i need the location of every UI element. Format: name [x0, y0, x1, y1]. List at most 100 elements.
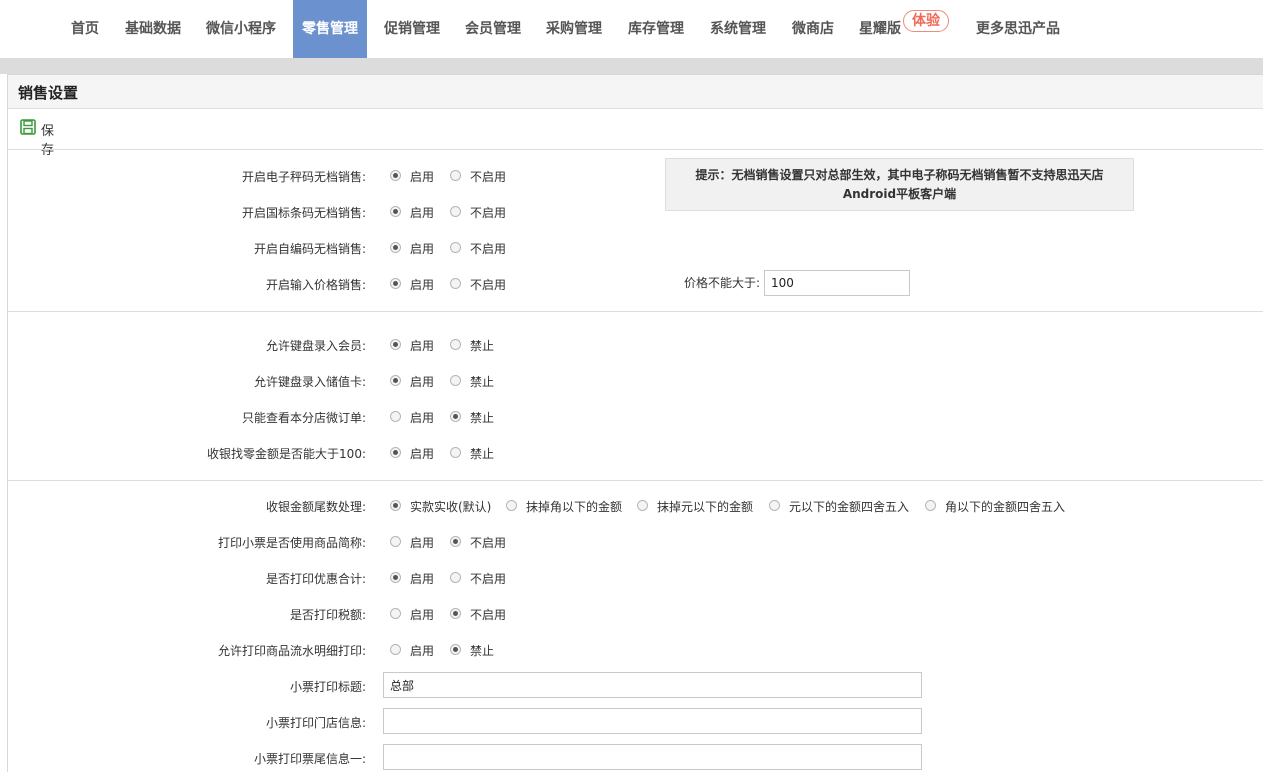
tax-print-enable-text[interactable]: 启用: [410, 606, 434, 623]
rounding-option-0-radio[interactable]: [390, 500, 401, 511]
rounding-option-1-radio[interactable]: [506, 500, 517, 511]
scale-code-label: 开启电子秤码无档销售:: [241, 170, 366, 184]
rounding-option-4-text[interactable]: 角以下的金额四舍五入: [945, 498, 1065, 515]
change-over-100-forbid-text[interactable]: 禁止: [470, 445, 494, 462]
rounding-label: 收银金额尾数处理:: [265, 500, 366, 514]
nav-purchase-management[interactable]: 采购管理: [538, 0, 610, 58]
self-code-enable-radio[interactable]: [390, 242, 401, 253]
input-price-enable-radio[interactable]: [390, 278, 401, 289]
short-name-disable-radio[interactable]: [450, 536, 461, 547]
tip-box: 提示：无档销售设置只对总部生效，其中电子称码无档销售暂不支持思迅天店 Andro…: [665, 158, 1134, 211]
keyboard-member-enable-radio[interactable]: [390, 339, 401, 350]
rounding-option-0-text[interactable]: 实款实收(默认): [410, 498, 491, 515]
flow-detail-forbid-radio[interactable]: [450, 644, 461, 655]
nav-xingyao-edition[interactable]: 星耀版: [852, 0, 908, 58]
self-code-enable-text[interactable]: 启用: [410, 240, 434, 257]
keyboard-member-forbid-radio[interactable]: [450, 339, 461, 350]
input-price-enable-text[interactable]: 启用: [410, 276, 434, 293]
rounding-option-3-radio[interactable]: [769, 500, 780, 511]
receipt-store-label: 小票打印门店信息:: [265, 716, 366, 730]
gb-barcode-enable-radio[interactable]: [390, 206, 401, 217]
receipt-title-input[interactable]: [383, 672, 922, 698]
keyboard-stored-card-enable-radio[interactable]: [390, 375, 401, 386]
nav-system-management[interactable]: 系统管理: [702, 0, 774, 58]
input-price-disable-radio[interactable]: [450, 278, 461, 289]
divider: [8, 149, 1263, 150]
branch-orders-enable-text[interactable]: 启用: [410, 409, 434, 426]
rounding-option-2-radio[interactable]: [637, 500, 648, 511]
flow-detail-enable-radio[interactable]: [390, 644, 401, 655]
save-icon: [20, 119, 36, 135]
tax-print-label: 是否打印税额:: [289, 608, 366, 622]
price-limit-input[interactable]: [764, 270, 910, 296]
nav-micro-store[interactable]: 微商店: [784, 0, 842, 58]
short-name-enable-radio[interactable]: [390, 536, 401, 547]
gb-barcode-enable-text[interactable]: 启用: [410, 204, 434, 221]
discount-total-enable-radio[interactable]: [390, 572, 401, 583]
receipt-title-label: 小票打印标题:: [289, 680, 366, 694]
keyboard-member-enable-text[interactable]: 启用: [410, 337, 434, 354]
receipt-store-input[interactable]: [383, 708, 922, 734]
keyboard-member-label: 允许键盘录入会员:: [265, 339, 366, 353]
rounding-option-2-text[interactable]: 抹掉元以下的金额: [657, 498, 753, 515]
short-name-enable-text[interactable]: 启用: [410, 534, 434, 551]
tax-print-disable-text[interactable]: 不启用: [470, 606, 506, 623]
keyboard-stored-card-forbid-text[interactable]: 禁止: [470, 373, 494, 390]
keyboard-stored-card-enable-text[interactable]: 启用: [410, 373, 434, 390]
discount-total-disable-text[interactable]: 不启用: [470, 570, 506, 587]
tip-line-2: Android平板客户端: [842, 187, 957, 201]
change-over-100-forbid-radio[interactable]: [450, 447, 461, 458]
scale-code-disable-text[interactable]: 不启用: [470, 168, 506, 185]
nav-member-management[interactable]: 会员管理: [457, 0, 529, 58]
input-price-disable-text[interactable]: 不启用: [470, 276, 506, 293]
self-code-disable-text[interactable]: 不启用: [470, 240, 506, 257]
short-name-label: 打印小票是否使用商品简称:: [217, 536, 366, 550]
branch-orders-label: 只能查看本分店微订单:: [241, 411, 366, 425]
gb-barcode-disable-text[interactable]: 不启用: [470, 204, 506, 221]
nav-retail-management[interactable]: 零售管理: [293, 0, 367, 58]
scale-code-enable-text[interactable]: 启用: [410, 168, 434, 185]
receipt-footer-label: 小票打印票尾信息一:: [253, 752, 366, 766]
keyboard-member-forbid-text[interactable]: 禁止: [470, 337, 494, 354]
change-over-100-enable-radio[interactable]: [390, 447, 401, 458]
nav-shadow-band: [0, 58, 1263, 74]
nav-wechat-miniprogram[interactable]: 微信小程序: [198, 0, 284, 58]
flow-detail-forbid-text[interactable]: 禁止: [470, 642, 494, 659]
nav-promotion-management[interactable]: 促销管理: [376, 0, 448, 58]
trial-badge[interactable]: 体验: [903, 10, 949, 32]
branch-orders-forbid-radio[interactable]: [450, 411, 461, 422]
discount-total-label: 是否打印优惠合计:: [265, 572, 366, 586]
change-over-100-label: 收银找零金额是否能大于100:: [207, 447, 366, 461]
nav-home[interactable]: 首页: [62, 0, 108, 58]
rounding-option-1-text[interactable]: 抹掉角以下的金额: [526, 498, 622, 515]
nav-basic-data[interactable]: 基础数据: [117, 0, 189, 58]
input-price-label: 开启输入价格销售:: [265, 278, 366, 292]
rounding-option-3-text[interactable]: 元以下的金额四舍五入: [789, 498, 909, 515]
nav-inventory-management[interactable]: 库存管理: [619, 0, 693, 58]
rounding-option-4-radio[interactable]: [925, 500, 936, 511]
keyboard-stored-card-forbid-radio[interactable]: [450, 375, 461, 386]
save-label: 保存: [41, 124, 55, 158]
receipt-footer-input[interactable]: [383, 744, 922, 770]
gb-barcode-disable-radio[interactable]: [450, 206, 461, 217]
gb-barcode-label: 开启国标条码无档销售:: [241, 206, 366, 220]
flow-detail-label: 允许打印商品流水明细打印:: [217, 644, 366, 658]
page-title: 销售设置: [18, 84, 79, 102]
branch-orders-enable-radio[interactable]: [390, 411, 401, 422]
tax-print-enable-radio[interactable]: [390, 608, 401, 619]
flow-detail-enable-text[interactable]: 启用: [410, 642, 434, 659]
self-code-disable-radio[interactable]: [450, 242, 461, 253]
discount-total-enable-text[interactable]: 启用: [410, 570, 434, 587]
tip-line-1: 提示：无档销售设置只对总部生效，其中电子称码无档销售暂不支持思迅天店: [695, 168, 1104, 182]
top-nav: 首页 基础数据 微信小程序 零售管理 促销管理 会员管理 采购管理 库存管理 系…: [0, 0, 1263, 58]
self-code-label: 开启自编码无档销售:: [253, 242, 366, 256]
panel-header: 销售设置: [8, 75, 1263, 109]
nav-more-products[interactable]: 更多思迅产品: [968, 0, 1068, 58]
discount-total-disable-radio[interactable]: [450, 572, 461, 583]
change-over-100-enable-text[interactable]: 启用: [410, 445, 434, 462]
tax-print-disable-radio[interactable]: [450, 608, 461, 619]
branch-orders-forbid-text[interactable]: 禁止: [470, 409, 494, 426]
scale-code-enable-radio[interactable]: [390, 170, 401, 181]
short-name-disable-text[interactable]: 不启用: [470, 534, 506, 551]
scale-code-disable-radio[interactable]: [450, 170, 461, 181]
